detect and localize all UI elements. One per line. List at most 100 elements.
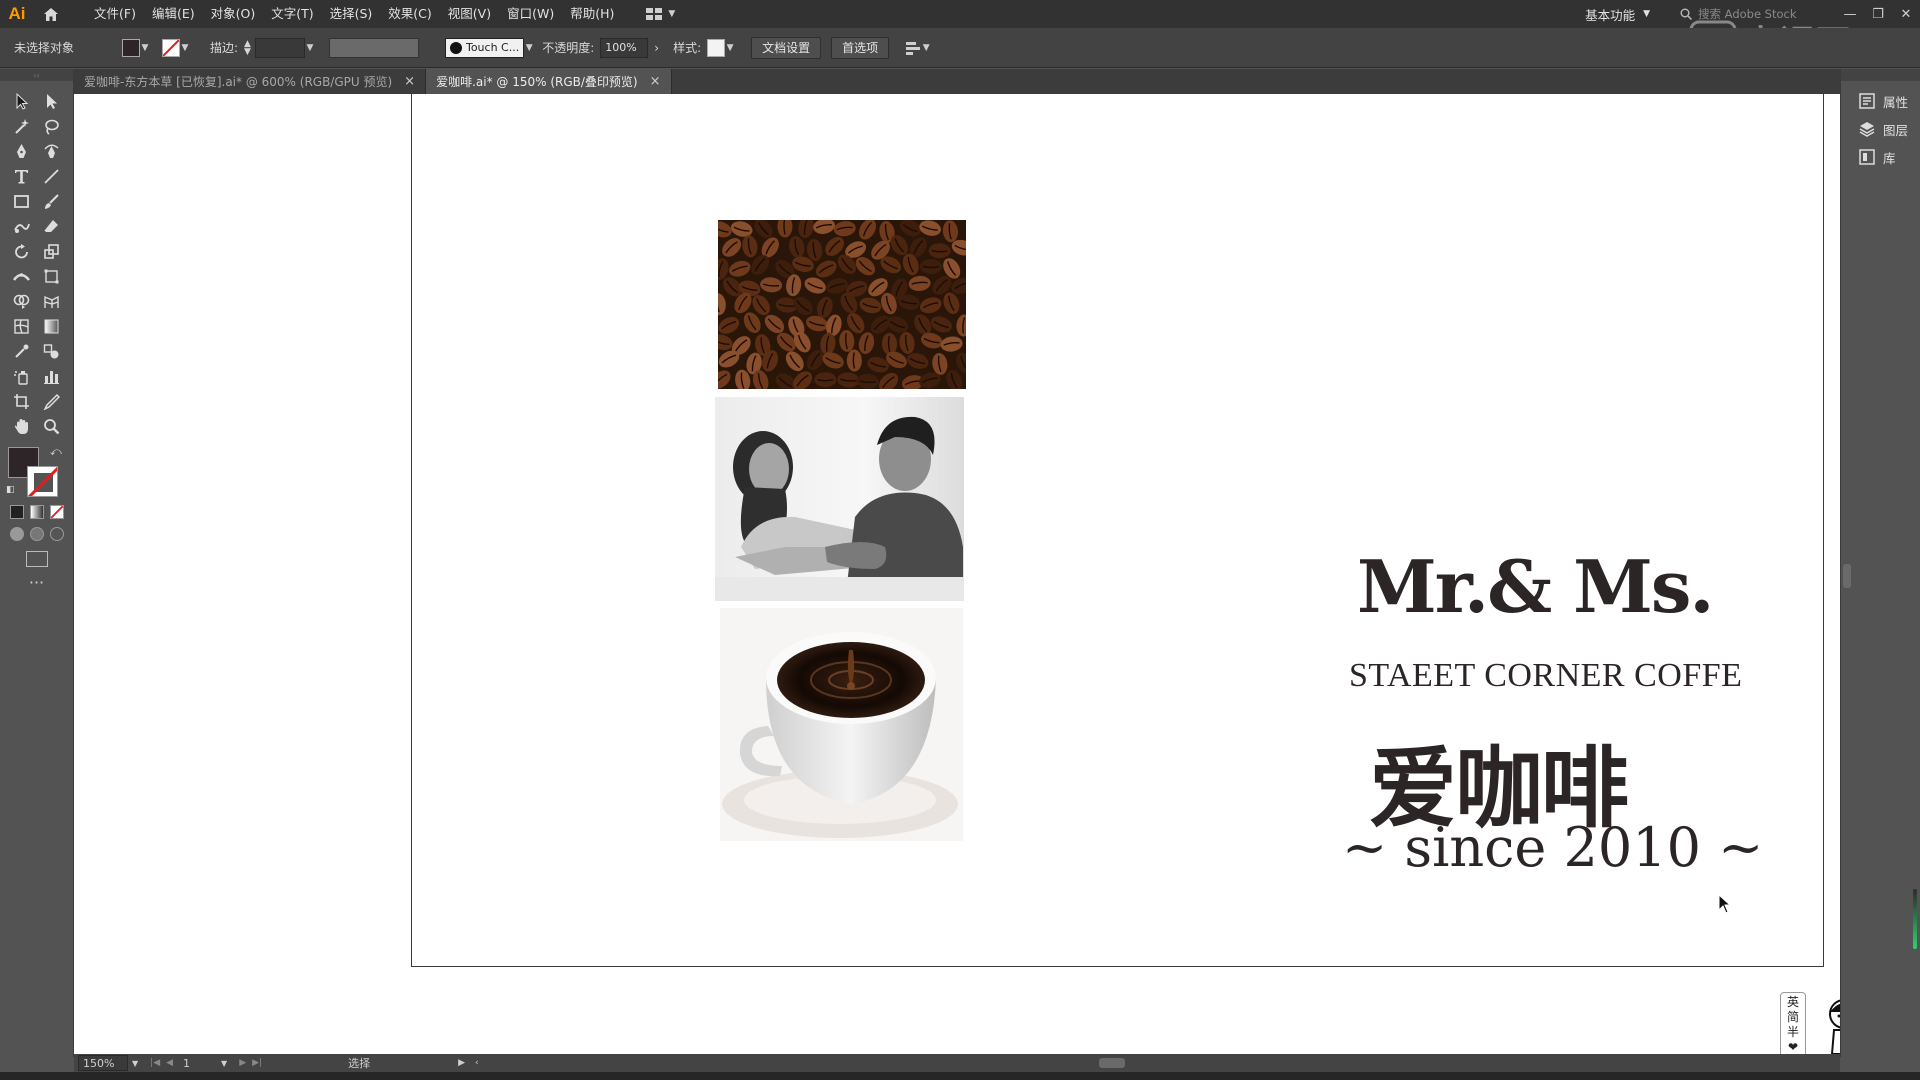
edit-toolbar-icon[interactable]: ··· <box>0 573 73 592</box>
pen-tool[interactable] <box>6 139 36 164</box>
shaper-tool[interactable] <box>6 214 36 239</box>
default-colors-icon[interactable]: ◧ <box>6 485 15 495</box>
graphic-style-swatch[interactable] <box>707 38 726 57</box>
menu-view[interactable]: 视图(V) <box>440 0 499 28</box>
align-icon[interactable] <box>905 41 921 55</box>
menu-type[interactable]: 文字(T) <box>263 0 321 28</box>
menu-select[interactable]: 选择(S) <box>322 0 381 28</box>
direct-selection-tool[interactable] <box>36 89 66 114</box>
artboard[interactable]: Mr.& Ms. STAEET CORNER COFFE 爱咖啡 ~ since… <box>411 94 1824 967</box>
selection-tool[interactable] <box>6 89 36 114</box>
menu-help[interactable]: 帮助(H) <box>562 0 622 28</box>
menu-effect[interactable]: 效果(C) <box>380 0 439 28</box>
canvas-area[interactable]: Mr.& Ms. STAEET CORNER COFFE 爱咖啡 ~ since… <box>74 94 1840 1054</box>
column-graph-tool[interactable] <box>36 364 66 389</box>
horizontal-scrollbar-thumb[interactable] <box>1098 1058 1125 1068</box>
layers-panel-button[interactable]: 图层 <box>1841 115 1920 143</box>
brand-title-en[interactable]: Mr.& Ms. <box>1357 544 1714 629</box>
document-setup-button[interactable]: 文档设置 <box>751 36 822 59</box>
panel-grip[interactable]: ‹‹ <box>0 69 73 81</box>
paintbrush-tool[interactable] <box>36 189 66 214</box>
arrange-documents-button[interactable]: ▼ <box>646 8 675 20</box>
status-menu-arrow-icon[interactable]: ▶ <box>458 1058 465 1068</box>
chevron-down-icon[interactable]: ▼ <box>132 1059 138 1068</box>
blend-tool[interactable] <box>36 339 66 364</box>
brush-definition-dropdown[interactable]: Touch C... <box>444 37 525 58</box>
eyedropper-tool[interactable] <box>6 339 36 364</box>
stroke-weight-input[interactable] <box>254 37 305 58</box>
lasso-tool[interactable] <box>36 114 66 139</box>
hand-tool[interactable] <box>6 414 36 439</box>
tab-document-2[interactable]: 爱咖啡.ai* @ 150% (RGB/叠印预览) × <box>426 69 672 94</box>
fill-swatch[interactable] <box>122 38 140 57</box>
opacity-input[interactable]: 100% <box>600 37 649 58</box>
free-transform-tool[interactable] <box>36 264 66 289</box>
preferences-button[interactable]: 首选项 <box>831 36 890 59</box>
brand-subtitle-en[interactable]: STAEET CORNER COFFE <box>1349 657 1742 695</box>
ime-sticker[interactable]: 英 简 半 ❤ <box>1780 992 1840 1054</box>
gradient-mode-icon[interactable] <box>30 505 44 519</box>
home-button[interactable] <box>34 0 68 28</box>
line-segment-tool[interactable] <box>36 164 66 189</box>
zoom-tool[interactable] <box>36 414 66 439</box>
type-tool[interactable] <box>6 164 36 189</box>
menu-window[interactable]: 窗口(W) <box>499 0 562 28</box>
first-artboard-icon[interactable]: |◀ <box>150 1058 160 1068</box>
close-window-button[interactable]: ✕ <box>1892 0 1920 28</box>
chevron-right-icon[interactable]: › <box>654 41 659 55</box>
curvature-tool[interactable] <box>36 139 66 164</box>
artboard-tool[interactable] <box>6 389 36 414</box>
draw-behind-icon[interactable] <box>30 527 44 541</box>
dock-scroll-knob[interactable] <box>1843 564 1851 588</box>
horizontal-scroll-left-icon[interactable]: ‹ <box>475 1058 479 1068</box>
perspective-grid-tool[interactable] <box>36 289 66 314</box>
scale-tool[interactable] <box>36 239 66 264</box>
rotate-tool[interactable] <box>6 239 36 264</box>
panel-grip[interactable] <box>1841 69 1920 81</box>
shape-builder-tool[interactable] <box>6 289 36 314</box>
workspace-switcher[interactable]: 基本功能 ▼ <box>1585 5 1650 24</box>
swap-colors-icon[interactable]: ⤺ <box>50 445 62 459</box>
color-mode-icon[interactable] <box>10 505 24 519</box>
menu-file[interactable]: 文件(F) <box>86 0 144 28</box>
symbol-sprayer-tool[interactable] <box>6 364 36 389</box>
since-2010-text[interactable]: ~ since 2010 ~ <box>1342 816 1763 879</box>
close-icon[interactable]: × <box>650 74 661 89</box>
coffee-beans-photo[interactable] <box>718 220 966 389</box>
coffee-cup-photo[interactable] <box>720 608 963 841</box>
chevron-down-icon[interactable]: ▼ <box>725 43 735 53</box>
next-artboard-icon[interactable]: ▶ <box>239 1058 246 1068</box>
stroke-swatch[interactable] <box>162 38 180 57</box>
screen-mode-icon[interactable] <box>26 551 48 567</box>
menu-edit[interactable]: 编辑(E) <box>144 0 203 28</box>
draw-normal-icon[interactable] <box>10 527 24 541</box>
previous-artboard-icon[interactable]: ◀ <box>166 1058 173 1068</box>
chevron-down-icon[interactable]: ▼ <box>140 43 150 53</box>
chevron-down-icon[interactable]: ▼ <box>221 1059 227 1068</box>
eraser-tool[interactable] <box>36 214 66 239</box>
none-mode-icon[interactable] <box>50 505 64 519</box>
properties-panel-button[interactable]: 属性 <box>1841 87 1920 115</box>
mesh-tool[interactable] <box>6 314 36 339</box>
gradient-tool[interactable] <box>36 314 66 339</box>
tab-document-1[interactable]: 爱咖啡-东方本草 [已恢复].ai* @ 600% (RGB/GPU 预览) × <box>74 69 427 94</box>
stroke-color-swatch[interactable] <box>27 466 58 497</box>
chevron-down-icon[interactable]: ▼ <box>180 43 190 53</box>
artboard-number-input[interactable]: 1 <box>183 1057 221 1070</box>
menu-object[interactable]: 对象(O) <box>203 0 264 28</box>
stroke-stepper-icon[interactable]: ▲ ▼ <box>244 39 251 56</box>
slice-tool[interactable] <box>36 389 66 414</box>
width-tool[interactable] <box>6 264 36 289</box>
chevron-down-icon[interactable]: ▼ <box>524 43 534 53</box>
zoom-level-input[interactable]: 150% <box>78 1055 128 1071</box>
close-icon[interactable]: × <box>404 74 415 89</box>
last-artboard-icon[interactable]: ▶| <box>252 1058 262 1068</box>
couple-photo[interactable] <box>715 397 964 601</box>
magic-wand-tool[interactable] <box>6 114 36 139</box>
draw-inside-icon[interactable] <box>50 527 64 541</box>
libraries-panel-button[interactable]: 库 <box>1841 143 1920 171</box>
chevron-down-icon[interactable]: ▼ <box>921 43 931 53</box>
chevron-down-icon[interactable]: ▼ <box>305 43 315 53</box>
variable-width-profile[interactable] <box>328 37 419 58</box>
rectangle-tool[interactable] <box>6 189 36 214</box>
